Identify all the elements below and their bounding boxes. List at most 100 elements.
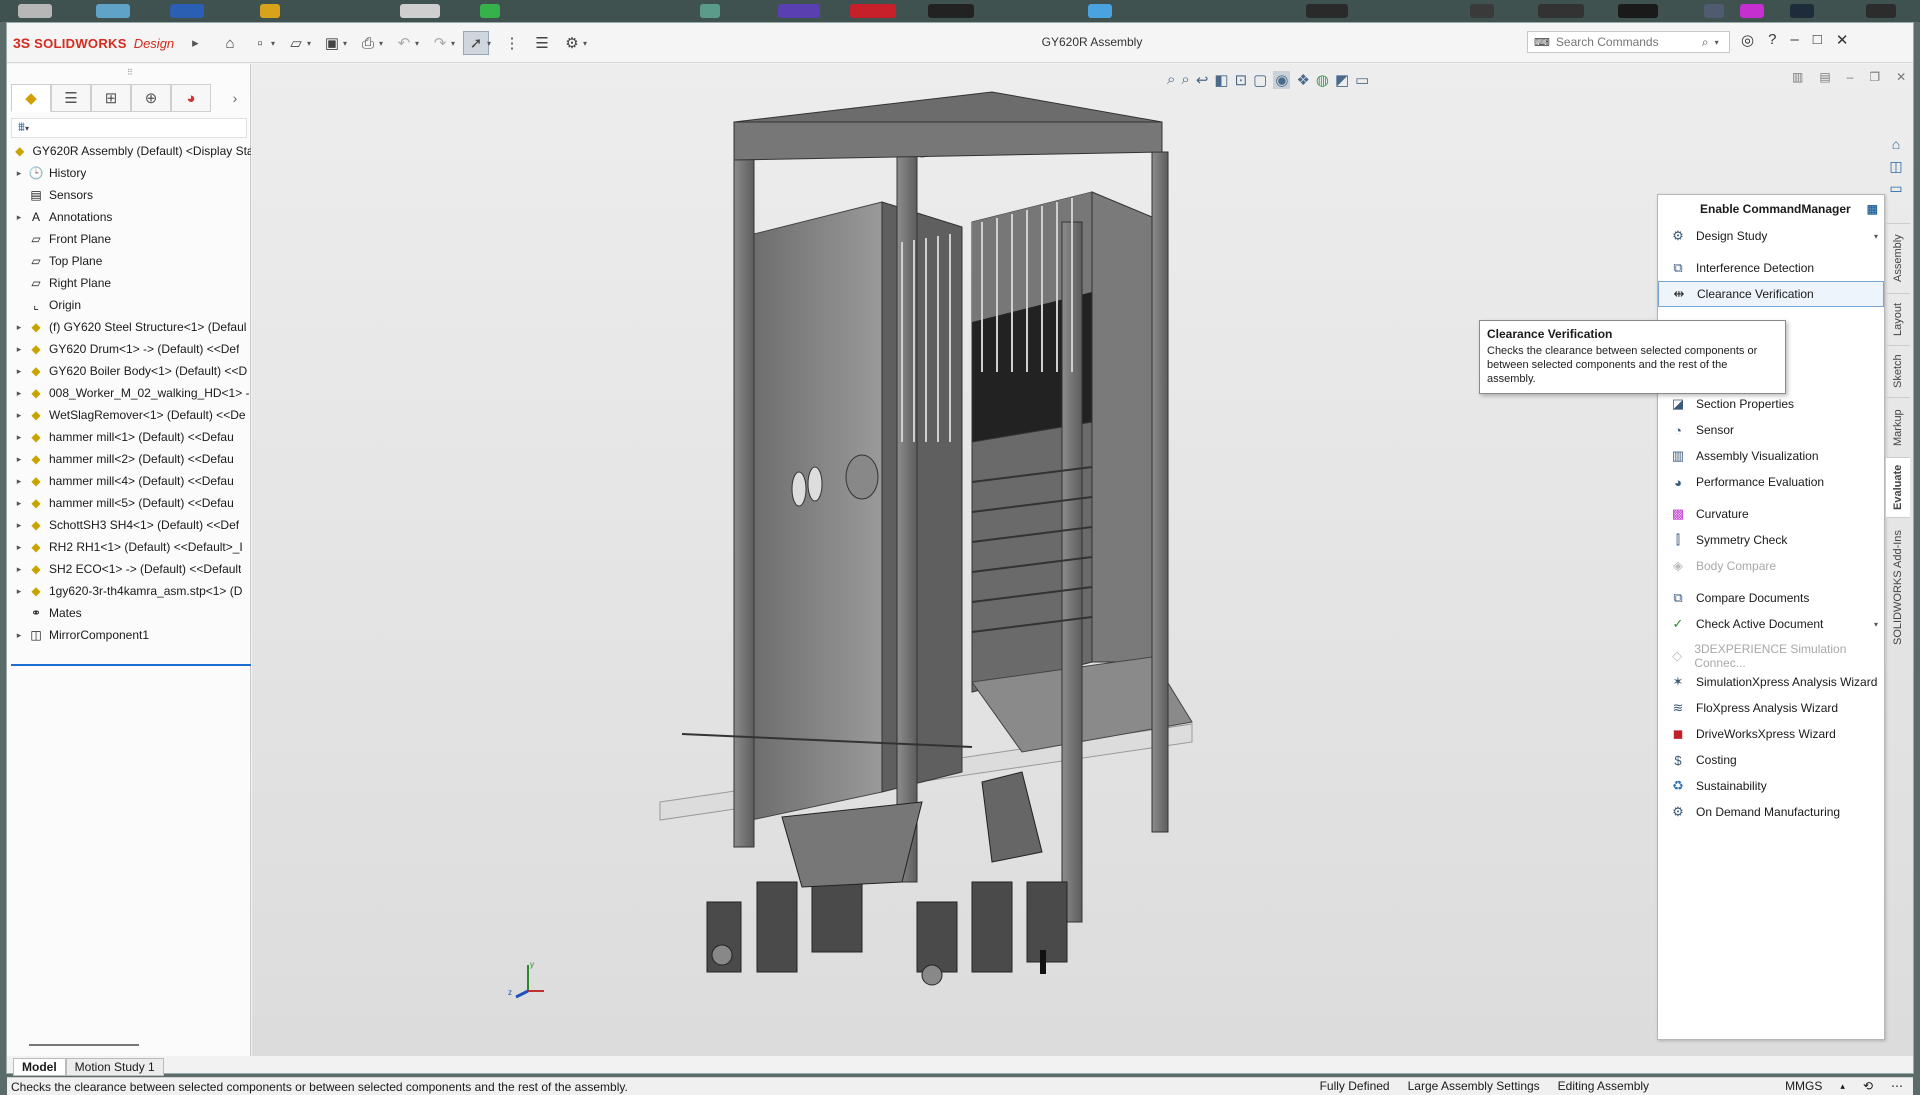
tree-item[interactable]: ⌞ Origin	[7, 294, 251, 316]
taskbar-app-icon[interactable]	[1740, 4, 1764, 18]
menu-item-sensor[interactable]: ◔ Sensor	[1658, 417, 1884, 443]
propertymanager-tab-icon[interactable]: ☰	[51, 84, 91, 112]
chevron-up-icon[interactable]: ▴	[1840, 1081, 1845, 1092]
menu-item-performance[interactable]: ◕ Performance Evaluation	[1658, 469, 1884, 495]
tree-item[interactable]: ▸ A Annotations	[7, 206, 251, 228]
customize-status-icon[interactable]: ⋯	[1891, 1079, 1903, 1093]
restore-icon[interactable]: ❐	[1869, 70, 1880, 84]
menu-item-symmetry[interactable]: ⫿ Symmetry Check	[1658, 527, 1884, 553]
tile-view-icon[interactable]: ▥	[1792, 70, 1803, 84]
rollback-bar[interactable]	[11, 664, 251, 666]
menu-item-curvature[interactable]: ▩ Curvature	[1658, 501, 1884, 527]
design-library-icon[interactable]: ◫	[1883, 155, 1909, 177]
expand-arrow-icon[interactable]: ▸	[13, 520, 25, 531]
taskbar-app-icon[interactable]	[700, 4, 720, 18]
tree-item[interactable]: ▸ ◆ SchottSH3 SH4<1> (Default) <<Def	[7, 514, 251, 536]
taskbar-app-icon[interactable]	[778, 4, 820, 18]
taskbar-app-icon[interactable]	[850, 4, 896, 18]
displaymanager-tab-icon[interactable]: ◕	[171, 84, 211, 112]
panel-grip[interactable]: ⠿	[127, 68, 133, 77]
expand-arrow-icon[interactable]: ▸	[13, 410, 25, 421]
tree-item[interactable]: ▸ ◆ WetSlagRemover<1> (Default) <<De	[7, 404, 251, 426]
maximize-icon[interactable]: □	[1813, 31, 1822, 49]
tree-item[interactable]: ▱ Front Plane	[7, 228, 251, 250]
horizontal-scrollbar[interactable]	[29, 1044, 139, 1046]
close-icon[interactable]: ✕	[1836, 31, 1849, 49]
tree-item[interactable]: ▱ Top Plane	[7, 250, 251, 272]
tree-item[interactable]: ▱ Right Plane	[7, 272, 251, 294]
tree-item[interactable]: ▸ ◆ (f) GY620 Steel Structure<1> (Defaul	[7, 316, 251, 338]
taskbar-app-icon[interactable]	[1790, 4, 1814, 18]
solidworks-resources-icon[interactable]: ⌂	[1883, 133, 1909, 155]
vertical-tab-markup[interactable]: Markup	[1886, 397, 1910, 457]
taskbar-app-icon[interactable]	[1470, 4, 1494, 18]
menu-item-design-study[interactable]: ⚙ Design Study ▾	[1658, 223, 1884, 249]
file-explorer-icon[interactable]: ▭	[1883, 177, 1909, 199]
vertical-tab-layout[interactable]: Layout	[1886, 293, 1910, 345]
expand-arrow-icon[interactable]: ▸	[13, 212, 25, 223]
tree-item[interactable]: ▸ ◆ hammer mill<2> (Default) <<Defau	[7, 448, 251, 470]
taskbar-app-icon[interactable]	[1866, 4, 1896, 18]
tree-item[interactable]: ▸ ◫ MirrorComponent1	[7, 624, 251, 646]
dimxpert-tab-icon[interactable]: ⊕	[131, 84, 171, 112]
expand-arrow-icon[interactable]: ▸	[13, 388, 25, 399]
menu-item-check-doc[interactable]: ✓ Check Active Document ▾	[1658, 611, 1884, 637]
featuremanager-tab-icon[interactable]: ◆	[11, 84, 51, 112]
pin-icon[interactable]: ▦	[1867, 202, 1878, 216]
search-commands-box[interactable]: ⌨ ⌕ ▾	[1527, 31, 1730, 53]
menu-item-section-properties[interactable]: ◪ Section Properties	[1658, 391, 1884, 417]
taskbar-app-icon[interactable]	[1618, 4, 1658, 18]
unit-system[interactable]: MMGS	[1785, 1079, 1822, 1093]
menu-item-compare-docs[interactable]: ⧉ Compare Documents	[1658, 585, 1884, 611]
expand-arrow-icon[interactable]: ▸	[13, 344, 25, 355]
tree-item[interactable]: ▸ ◆ GY620 Drum<1> -> (Default) <<Def	[7, 338, 251, 360]
chevron-down-icon[interactable]: ▾	[1874, 232, 1878, 241]
search-icon[interactable]: ⌕	[1702, 35, 1709, 50]
taskbar-app-icon[interactable]	[1704, 4, 1724, 18]
menu-item-manufacturing[interactable]: ⚙ On Demand Manufacturing	[1658, 799, 1884, 825]
expand-arrow-icon[interactable]: ▸	[13, 168, 25, 179]
tree-item[interactable]: ▸ ◆ RH2 RH1<1> (Default) <<Default>_I	[7, 536, 251, 558]
menu-item-interference[interactable]: ⧉ Interference Detection	[1658, 255, 1884, 281]
expand-arrow-icon[interactable]: ▸	[13, 454, 25, 465]
tree-item[interactable]: ▸ ◆ GY620 Boiler Body<1> (Default) <<D	[7, 360, 251, 382]
taskbar-app-icon[interactable]	[18, 4, 52, 18]
tree-item[interactable]: ▸ ◆ hammer mill<5> (Default) <<Defau	[7, 492, 251, 514]
taskbar-app-icon[interactable]	[928, 4, 974, 18]
expand-arrow-icon[interactable]: ▸	[13, 542, 25, 553]
tree-item[interactable]: ▸ ◆ 008_Worker_M_02_walking_HD<1> -	[7, 382, 251, 404]
taskbar-app-icon[interactable]	[1306, 4, 1348, 18]
search-commands-input[interactable]	[1555, 35, 1696, 49]
tree-filter[interactable]: ⩩▾	[11, 118, 247, 138]
tree-item[interactable]: ▸ ◆ SH2 ECO<1> -> (Default) <<Default	[7, 558, 251, 580]
menu-item-costing[interactable]: $ Costing	[1658, 747, 1884, 773]
menu-item-driveworks[interactable]: ◼ DriveWorksXpress Wizard	[1658, 721, 1884, 747]
tree-item[interactable]: ▸ ◆ 1gy620-3r-th4kamra_asm.stp<1> (D	[7, 580, 251, 602]
tile-view-icon[interactable]: ▤	[1819, 70, 1830, 84]
chevron-down-icon[interactable]: ▾	[1715, 38, 1719, 47]
minimize-icon[interactable]: –	[1847, 70, 1854, 84]
menu-item-clearance[interactable]: ⇹ Clearance Verification	[1658, 281, 1884, 307]
taskbar-app-icon[interactable]	[260, 4, 280, 18]
tree-item[interactable]: ▸ ◆ hammer mill<4> (Default) <<Defau	[7, 470, 251, 492]
menu-item-assembly-visualization[interactable]: ▥ Assembly Visualization	[1658, 443, 1884, 469]
help-icon[interactable]: ?	[1768, 31, 1776, 49]
minimize-icon[interactable]: –	[1790, 31, 1798, 49]
enable-commandmanager-header[interactable]: Enable CommandManager ▦	[1658, 195, 1884, 223]
expand-arrow-icon[interactable]: ▸	[13, 498, 25, 509]
tree-item[interactable]: ▸ ◆ hammer mill<1> (Default) <<Defau	[7, 426, 251, 448]
taskbar-app-icon[interactable]	[1088, 4, 1112, 18]
expand-arrow-icon[interactable]: ▸	[13, 322, 25, 333]
taskbar-app-icon[interactable]	[400, 4, 440, 18]
expand-arrow-icon[interactable]: ▸	[13, 432, 25, 443]
expand-arrow-icon[interactable]: ▸	[13, 630, 25, 641]
chevron-right-icon[interactable]: ›	[223, 84, 247, 112]
rebuild-status-icon[interactable]: ⟲	[1863, 1079, 1873, 1093]
expand-arrow-icon[interactable]: ▸	[13, 564, 25, 575]
vertical-tab-solidworks-add-ins[interactable]: SOLIDWORKS Add-Ins	[1886, 517, 1910, 657]
tree-item[interactable]: ▸ 🕒 History	[7, 162, 251, 184]
tree-item[interactable]: ⚭ Mates	[7, 602, 251, 624]
close-icon[interactable]: ✕	[1896, 70, 1906, 84]
tree-root-assembly[interactable]: ◆ GY620R Assembly (Default) <Display Stat	[7, 140, 251, 162]
expand-arrow-icon[interactable]: ▸	[13, 586, 25, 597]
